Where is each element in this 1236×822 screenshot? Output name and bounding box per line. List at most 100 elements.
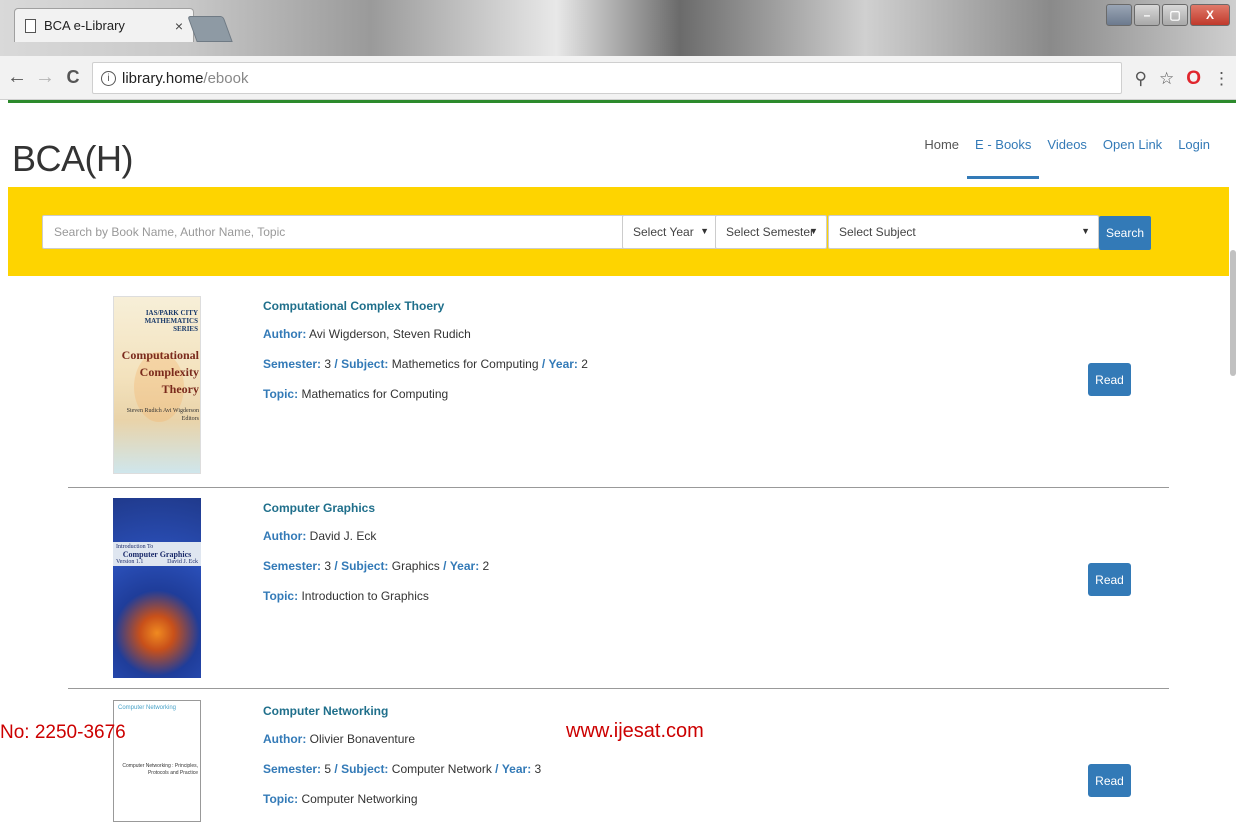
select-subject-label: Select Subject (839, 225, 916, 239)
read-button[interactable]: Read (1088, 563, 1131, 596)
book-year: 2 (482, 559, 490, 573)
new-tab-button[interactable] (187, 16, 233, 42)
site-brand[interactable]: BCA(H) (12, 138, 134, 180)
book-topic: Introduction to Graphics (301, 589, 429, 603)
separator: / (334, 762, 338, 776)
book-author-line: Author: David J. Eck (263, 529, 489, 543)
window-controls: – ▢ X (1106, 4, 1230, 26)
book-semester: 3 (324, 357, 332, 371)
book-author: David J. Eck (309, 529, 377, 543)
book-subject: Mathemetics for Computing (391, 357, 539, 371)
caret-down-icon: ▼ (809, 226, 818, 236)
cover-title: Computer Graphics (122, 550, 192, 559)
book-meta-line: Semester: 3 / Subject: Graphics / Year: … (263, 559, 489, 573)
semester-label: Semester: (263, 762, 322, 776)
author-label: Author: (263, 327, 307, 341)
book-subject: Computer Network (391, 762, 492, 776)
forward-arrow-icon[interactable]: → (34, 66, 56, 89)
year-label: Year: (501, 762, 532, 776)
search-panel: Select Year ▼ Select Semester ▼ Select S… (8, 187, 1229, 276)
separator: / (334, 559, 338, 573)
browser-menu-icon[interactable]: ⋮ (1213, 69, 1230, 89)
book-topic-line: Topic: Introduction to Graphics (263, 589, 489, 603)
book-title[interactable]: Computational Complex Thoery (263, 299, 588, 313)
book-author: Olivier Bonaventure (309, 732, 416, 746)
book-year: 2 (581, 357, 588, 371)
page-icon (25, 18, 36, 33)
topic-label: Topic: (263, 792, 299, 806)
nav-home[interactable]: Home (916, 133, 967, 179)
subject-label: Subject: (341, 762, 389, 776)
user-icon[interactable] (1106, 4, 1132, 26)
book-cover-1[interactable]: IAS/PARK CITY MATHEMATICS SERIES Computa… (113, 296, 201, 474)
nav-open-link[interactable]: Open Link (1095, 133, 1170, 179)
book-title[interactable]: Computer Graphics (263, 501, 489, 515)
maximize-button[interactable]: ▢ (1162, 4, 1188, 26)
select-subject[interactable]: Select Subject ▼ (828, 215, 1099, 249)
nav-videos[interactable]: Videos (1039, 133, 1095, 179)
select-year-label: Select Year (633, 225, 694, 239)
url-path: /ebook (203, 69, 249, 87)
book-info-3: Computer Networking Author: Olivier Bona… (263, 704, 541, 822)
cover-series: IAS/PARK CITY MATHEMATICS SERIES (144, 309, 198, 333)
read-button[interactable]: Read (1088, 764, 1131, 797)
nav-login[interactable]: Login (1170, 133, 1218, 179)
nav-ebooks[interactable]: E - Books (967, 133, 1040, 179)
tab-close-icon[interactable]: × (175, 18, 183, 34)
book-cover-3[interactable]: Computer Networking Computer Networking … (113, 700, 201, 822)
browser-toolbar: ← → C i library.home/ebook ⚲ ☆ O ⋮ (0, 56, 1236, 100)
cover-version: Version 1.1 (116, 559, 144, 565)
cover-top: Computer Networking (118, 705, 177, 711)
select-year[interactable]: Select Year ▼ (622, 215, 718, 249)
author-label: Author: (263, 529, 307, 543)
caret-down-icon: ▼ (700, 226, 709, 236)
search-button[interactable]: Search (1099, 216, 1151, 250)
subject-label: Subject: (341, 357, 389, 371)
browser-tab[interactable]: BCA e-Library × (14, 8, 194, 42)
bookmark-star-icon[interactable]: ☆ (1159, 69, 1174, 89)
divider (68, 487, 1169, 488)
cover-editors: Steven Rudich Avi Wigderson Editors (126, 408, 199, 422)
address-bar[interactable]: i library.home/ebook (92, 62, 1122, 94)
caret-down-icon: ▼ (1081, 226, 1090, 236)
info-icon[interactable]: i (101, 70, 116, 86)
select-semester[interactable]: Select Semester ▼ (715, 215, 827, 249)
separator: / (495, 762, 499, 776)
book-author-line: Author: Avi Wigderson, Steven Rudich (263, 327, 588, 341)
cover-band: Introduction To Computer Graphics Versio… (113, 542, 201, 566)
opera-extension-icon[interactable]: O (1186, 68, 1201, 90)
back-arrow-icon[interactable]: ← (6, 66, 28, 89)
reload-icon[interactable]: C (62, 67, 84, 88)
issn-overlay: No: 2250-3676 (0, 722, 126, 743)
search-input[interactable] (42, 215, 626, 249)
book-subject: Graphics (391, 559, 440, 573)
book-topic: Mathematics for Computing (301, 387, 449, 401)
divider (68, 688, 1169, 689)
subject-label: Subject: (341, 559, 389, 573)
toolbar-actions: ⚲ ☆ O ⋮ (1135, 68, 1230, 90)
page-scrollbar[interactable] (1230, 250, 1236, 376)
zoom-icon[interactable]: ⚲ (1135, 69, 1147, 89)
close-window-button[interactable]: X (1190, 4, 1230, 26)
cover-author: David J. Eck (167, 559, 198, 565)
website-overlay: www.ijesat.com (566, 720, 704, 742)
book-info-2: Computer Graphics Author: David J. Eck S… (263, 501, 489, 619)
book-semester: 3 (324, 559, 332, 573)
book-info-1: Computational Complex Thoery Author: Avi… (263, 299, 588, 417)
separator: / (541, 357, 546, 371)
year-label: Year: (548, 357, 578, 371)
minimize-button[interactable]: – (1134, 4, 1160, 26)
book-topic-line: Topic: Computer Networking (263, 792, 541, 806)
book-author: Avi Wigderson, Steven Rudich (309, 327, 471, 341)
book-title[interactable]: Computer Networking (263, 704, 541, 718)
page-load-line (8, 100, 1236, 103)
book-meta-line: Semester: 5 / Subject: Computer Network … (263, 762, 541, 776)
book-author-line: Author: Olivier Bonaventure (263, 732, 541, 746)
book-topic: Computer Networking (301, 792, 418, 806)
cover-title: Computational Complexity Theory (121, 348, 199, 396)
tab-title: BCA e-Library (44, 18, 125, 33)
book-cover-2[interactable]: Introduction To Computer Graphics Versio… (113, 498, 201, 678)
author-label: Author: (263, 732, 307, 746)
read-button[interactable]: Read (1088, 363, 1131, 396)
select-semester-label: Select Semester (726, 225, 815, 239)
